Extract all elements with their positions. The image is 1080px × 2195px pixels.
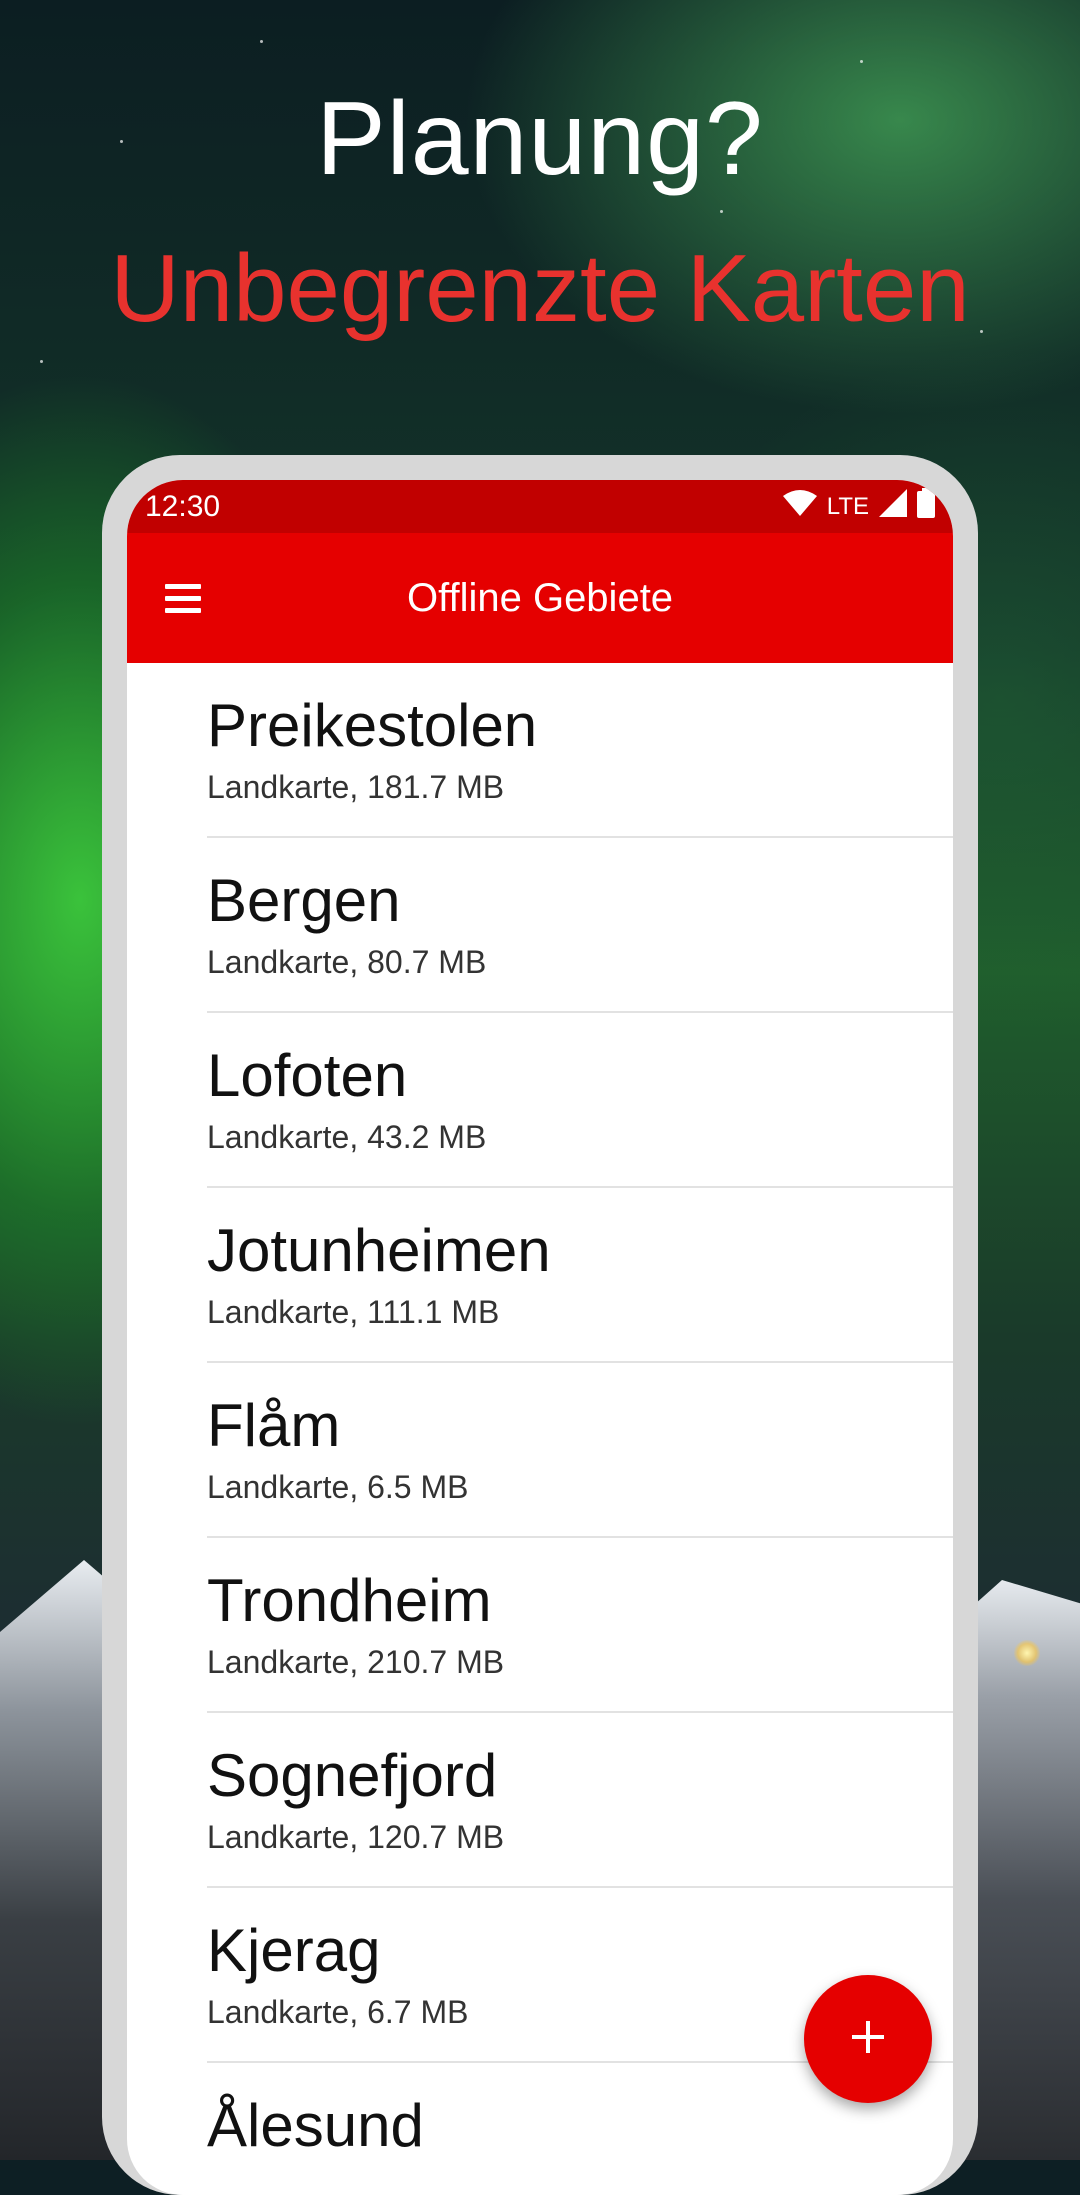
house-light	[1014, 1640, 1040, 1666]
list-item[interactable]: Lofoten Landkarte, 43.2 MB	[127, 1013, 953, 1188]
status-icons: LTE	[782, 487, 935, 526]
area-name: Jotunheimen	[207, 1217, 551, 1284]
area-name: Bergen	[207, 867, 401, 934]
area-detail: Landkarte, 120.7 MB	[207, 1819, 505, 1855]
status-time: 12:30	[145, 489, 221, 523]
phone-frame: 12:30 LTE Offline Gebiete Preikestolen L…	[102, 455, 978, 2195]
area-name: Sognefjord	[207, 1742, 498, 1809]
list-item[interactable]: Sognefjord Landkarte, 120.7 MB	[127, 1713, 953, 1888]
area-name: Preikestolen	[207, 692, 538, 759]
app-bar-title: Offline Gebiete	[406, 576, 674, 620]
status-bar: 12:30 LTE	[127, 480, 953, 533]
area-detail: Landkarte, 80.7 MB	[207, 944, 487, 980]
area-detail: Landkarte, 210.7 MB	[207, 1644, 505, 1680]
list-item[interactable]: Bergen Landkarte, 80.7 MB	[127, 838, 953, 1013]
area-name: Trondheim	[207, 1567, 492, 1634]
list-item[interactable]: Flåm Landkarte, 6.5 MB	[127, 1363, 953, 1538]
wifi-icon	[782, 489, 817, 524]
network-type: LTE	[826, 492, 869, 520]
phone-screen: 12:30 LTE Offline Gebiete Preikestolen L…	[127, 480, 953, 2195]
area-name: Kjerag	[207, 1917, 381, 1984]
list-item[interactable]: Preikestolen Landkarte, 181.7 MB	[127, 663, 953, 838]
app-bar: Offline Gebiete	[127, 533, 953, 663]
area-detail: Landkarte, 181.7 MB	[207, 769, 505, 805]
signal-icon	[879, 488, 907, 525]
area-detail: Landkarte, 6.7 MB	[207, 1994, 469, 2030]
area-detail: Landkarte, 6.5 MB	[207, 1469, 469, 1505]
area-detail: Landkarte, 111.1 MB	[207, 1294, 500, 1330]
area-detail: Landkarte, 43.2 MB	[207, 1119, 487, 1155]
promo-subheadline: Unbegrenzte Karten	[110, 235, 970, 342]
area-name: Lofoten	[207, 1042, 408, 1109]
area-name: Flåm	[207, 1392, 341, 1459]
offline-areas-list: Preikestolen Landkarte, 181.7 MB Bergen …	[127, 663, 953, 2195]
plus-icon	[850, 2019, 886, 2060]
battery-icon	[917, 487, 935, 526]
list-item[interactable]: Trondheim Landkarte, 210.7 MB	[127, 1538, 953, 1713]
list-item[interactable]: Jotunheimen Landkarte, 111.1 MB	[127, 1188, 953, 1363]
promo-headline: Planung?	[316, 81, 764, 197]
area-name: Ålesund	[207, 2092, 424, 2159]
add-area-button[interactable]	[804, 1975, 932, 2103]
